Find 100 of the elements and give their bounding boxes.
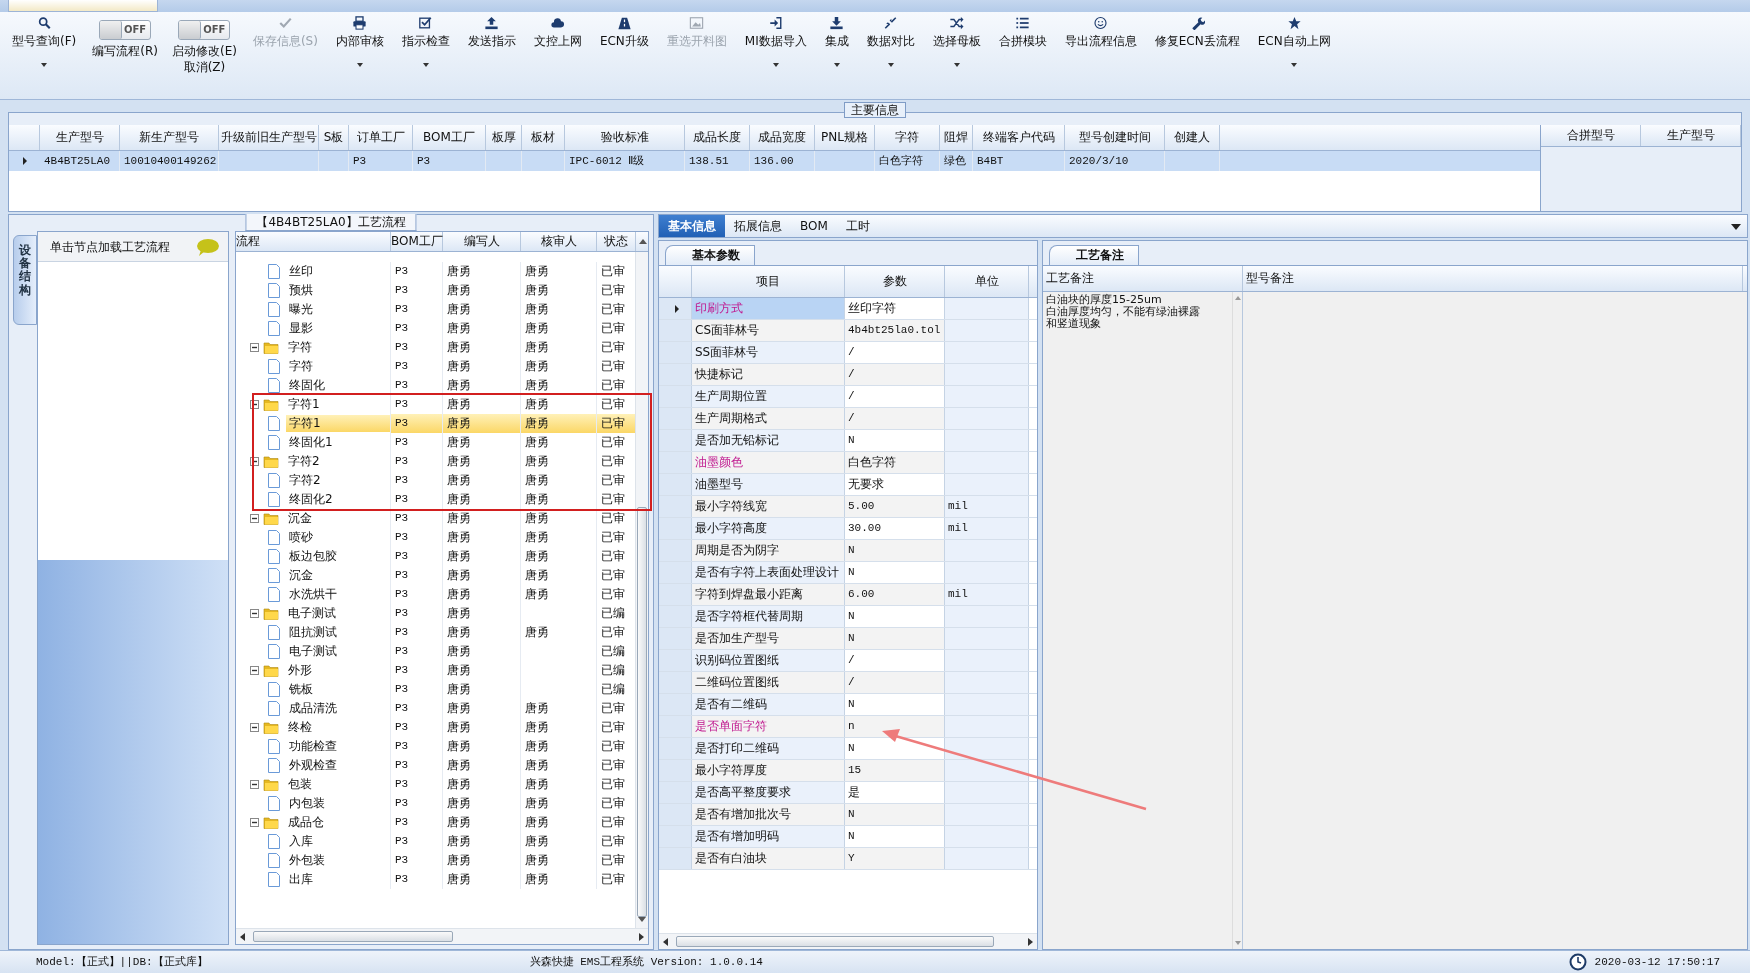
row-header[interactable] [659, 518, 692, 539]
parameter-name[interactable]: 是否有二维码 [692, 694, 845, 715]
column-header[interactable]: 字符 [875, 125, 940, 150]
dropdown-icon[interactable] [1731, 224, 1741, 230]
tab[interactable]: 工时 [836, 215, 879, 237]
column-header[interactable]: 创建人 [1165, 125, 1220, 150]
caret-icon[interactable] [833, 63, 840, 67]
parameter-name[interactable]: 油墨型号 [692, 474, 845, 495]
parameter-value[interactable]: / [845, 408, 945, 429]
parameter-value[interactable]: / [845, 672, 945, 693]
side-tab[interactable]: 设备结构 [13, 235, 37, 325]
column-header[interactable]: 单位 [945, 266, 1029, 297]
row-header[interactable] [659, 606, 692, 627]
column-header[interactable]: 板材 [522, 125, 565, 150]
column-header[interactable]: 工艺备注 [1043, 266, 1243, 291]
tree-node-label[interactable]: 终固化1 [286, 434, 390, 451]
toolbar-button[interactable]: 合拼模块 [996, 16, 1049, 49]
tree-node-label[interactable]: 出库 [286, 871, 390, 888]
column-header[interactable]: S板 [319, 125, 349, 150]
row-header[interactable] [659, 320, 692, 341]
parameter-name[interactable]: CS面菲林号 [692, 320, 845, 341]
caret-icon[interactable] [772, 63, 779, 67]
parameter-value[interactable]: n [845, 716, 945, 737]
document-tab[interactable] [8, 0, 158, 12]
parameter-name[interactable]: 快捷标记 [692, 364, 845, 385]
tree-node-label[interactable]: 字符2 [285, 453, 390, 470]
table-row[interactable]: 4B4BT25LA0 10010400149262 P3 P3 IPC-6012 Ⅱ级 138.51 136.00 白色字符 绿色 B4BT 2020/3/10 [9, 151, 1540, 171]
tree-node-label[interactable]: 字符 [286, 358, 390, 375]
parameter-value[interactable]: N [845, 562, 945, 583]
row-header[interactable] [659, 738, 692, 759]
toolbar-button[interactable]: 文控上网 [531, 16, 584, 49]
tree-node-label[interactable]: 内包装 [286, 795, 390, 812]
parameter-value[interactable]: 无要求 [845, 474, 945, 495]
tab[interactable]: 基本信息 [659, 215, 725, 237]
parameter-name[interactable]: 是否有字符上表面处理设计 [692, 562, 845, 583]
tree-node-label[interactable]: 水洗烘干 [286, 586, 390, 603]
parameter-name[interactable]: 是否高平整度要求 [692, 782, 845, 803]
parameter-value[interactable]: / [845, 364, 945, 385]
parameter-name[interactable]: SS面菲林号 [692, 342, 845, 363]
parameter-value[interactable]: / [845, 386, 945, 407]
toggle-switch[interactable]: OFF [178, 20, 231, 40]
row-header[interactable] [659, 716, 692, 737]
column-header[interactable]: 状态 [597, 232, 636, 251]
column-header[interactable]: BOM工厂 [391, 232, 443, 251]
parameter-name[interactable]: 是否字符框代替周期 [692, 606, 845, 627]
tree-node-label[interactable]: 喷砂 [286, 529, 390, 546]
column-header[interactable]: 参数 [845, 266, 945, 297]
parameter-name[interactable]: 印刷方式 [692, 298, 845, 319]
tree-node-label[interactable]: 外包装 [286, 852, 390, 869]
parameter-name[interactable]: 油墨颜色 [692, 452, 845, 473]
vertical-scrollbar[interactable] [635, 252, 648, 928]
row-header[interactable] [659, 584, 692, 605]
tree-node-label[interactable]: 终固化 [286, 377, 390, 394]
parameter-name[interactable]: 是否有增加批次号 [692, 804, 845, 825]
tab[interactable]: BOM [791, 215, 837, 237]
tree-node-label[interactable]: 预烘 [286, 282, 390, 299]
tree-node-label[interactable]: 功能检查 [286, 738, 390, 755]
tab[interactable]: 拓展信息 [725, 215, 791, 237]
parameter-value[interactable]: 15 [845, 760, 945, 781]
tree-node-label[interactable]: 包装 [285, 776, 390, 793]
tree-node-label[interactable]: 成品仓 [285, 814, 390, 831]
parameter-name[interactable]: 是否加生产型号 [692, 628, 845, 649]
parameter-value[interactable]: N [845, 826, 945, 847]
parameter-value[interactable]: 是 [845, 782, 945, 803]
panel-tab[interactable]: 基本参数 [665, 245, 755, 265]
row-header[interactable] [659, 848, 692, 869]
tree-node-label[interactable]: 字符 [285, 339, 390, 356]
parameter-value[interactable]: N [845, 540, 945, 561]
toolbar-button[interactable]: MI数据导入 [742, 16, 809, 49]
parameter-name[interactable]: 最小字符高度 [692, 518, 845, 539]
caret-icon[interactable] [41, 63, 48, 67]
column-header[interactable]: BOM工厂 [413, 125, 486, 150]
toolbar-button[interactable]: 集成 [822, 16, 851, 49]
tree-node-label[interactable]: 铣板 [286, 681, 390, 698]
tree-node-label[interactable]: 终固化2 [286, 491, 390, 508]
parameter-value[interactable]: / [845, 342, 945, 363]
collapse-icon[interactable] [250, 609, 259, 618]
column-header[interactable]: 验收标准 [565, 125, 685, 150]
parameter-name[interactable]: 是否加无铅标记 [692, 430, 845, 451]
toolbar-button[interactable]: 数据对比 [864, 16, 917, 49]
tree-node-label[interactable]: 字符1 [285, 396, 390, 413]
row-header[interactable] [659, 386, 692, 407]
caret-icon[interactable] [356, 63, 363, 67]
column-header[interactable]: 阻焊 [940, 125, 973, 150]
row-header[interactable] [659, 562, 692, 583]
column-header[interactable]: 编写人 [443, 232, 521, 251]
parameter-name[interactable]: 识别码位置图纸 [692, 650, 845, 671]
toolbar-button[interactable]: 指示检查 [399, 16, 452, 49]
parameter-value[interactable]: 5.00 [845, 496, 945, 517]
toolbar-button[interactable]: 发送指示 [465, 16, 518, 49]
row-header[interactable] [659, 452, 692, 473]
row-header[interactable] [659, 650, 692, 671]
column-header[interactable]: 型号备注 [1243, 266, 1743, 291]
panel-tab[interactable]: 工艺备注 [1049, 245, 1139, 265]
tree-node-label[interactable]: 丝印 [286, 263, 390, 280]
caret-icon[interactable] [1291, 63, 1298, 67]
toolbar-button[interactable]: 型号查询(F) [10, 16, 79, 49]
parameter-name[interactable]: 是否单面字符 [692, 716, 845, 737]
parameter-value[interactable]: 白色字符 [845, 452, 945, 473]
tree-node-label[interactable]: 入库 [286, 833, 390, 850]
